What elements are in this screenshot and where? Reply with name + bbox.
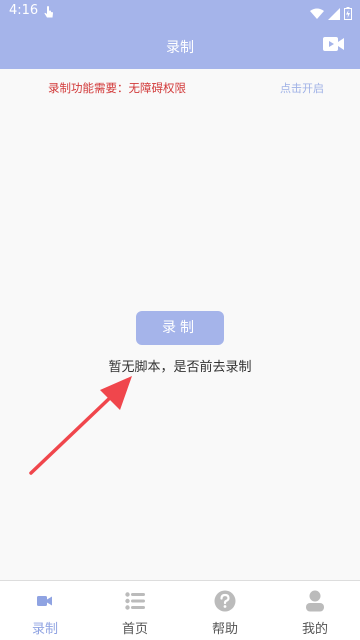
video-camera-button[interactable] [322,36,346,56]
status-bar: 4:16 [0,0,360,24]
wifi-icon [310,5,324,24]
help-circle-icon [214,590,236,612]
nav-item-mine[interactable]: 我的 [270,581,360,640]
nav-item-home[interactable]: 首页 [90,581,180,640]
nav-label-mine: 我的 [301,622,328,637]
user-icon [304,590,326,612]
nav-item-help[interactable]: 帮助 [180,581,270,640]
enable-permission-link[interactable]: 点击开启 [280,80,324,96]
nav-label-home: 首页 [121,622,148,637]
bottom-nav: 录制 首页 帮助 我的 [0,580,360,640]
video-camera-icon [34,590,56,612]
page-title: 录制 [166,40,194,56]
screen: 4:16 录制 录制功能需要：无障碍权限 点击开启 录制 暂无脚本，是否前去录制… [0,0,360,640]
nav-label-record: 录制 [31,622,58,637]
permission-notice: 录制功能需要：无障碍权限 点击开启 [0,69,360,107]
nav-item-record[interactable]: 录制 [0,581,90,640]
video-camera-icon [323,36,345,56]
touch-icon [44,4,54,23]
nav-label-help: 帮助 [211,622,238,637]
signal-icon [328,5,340,24]
list-icon [124,590,146,612]
notice-text: 录制功能需要：无障碍权限 [48,81,186,95]
battery-icon [344,5,352,24]
header: 录制 [0,24,360,69]
status-icons [310,5,352,24]
status-time: 4:16 [9,3,39,18]
record-button[interactable]: 录制 [136,311,224,345]
arrow-pointer [29,376,132,475]
